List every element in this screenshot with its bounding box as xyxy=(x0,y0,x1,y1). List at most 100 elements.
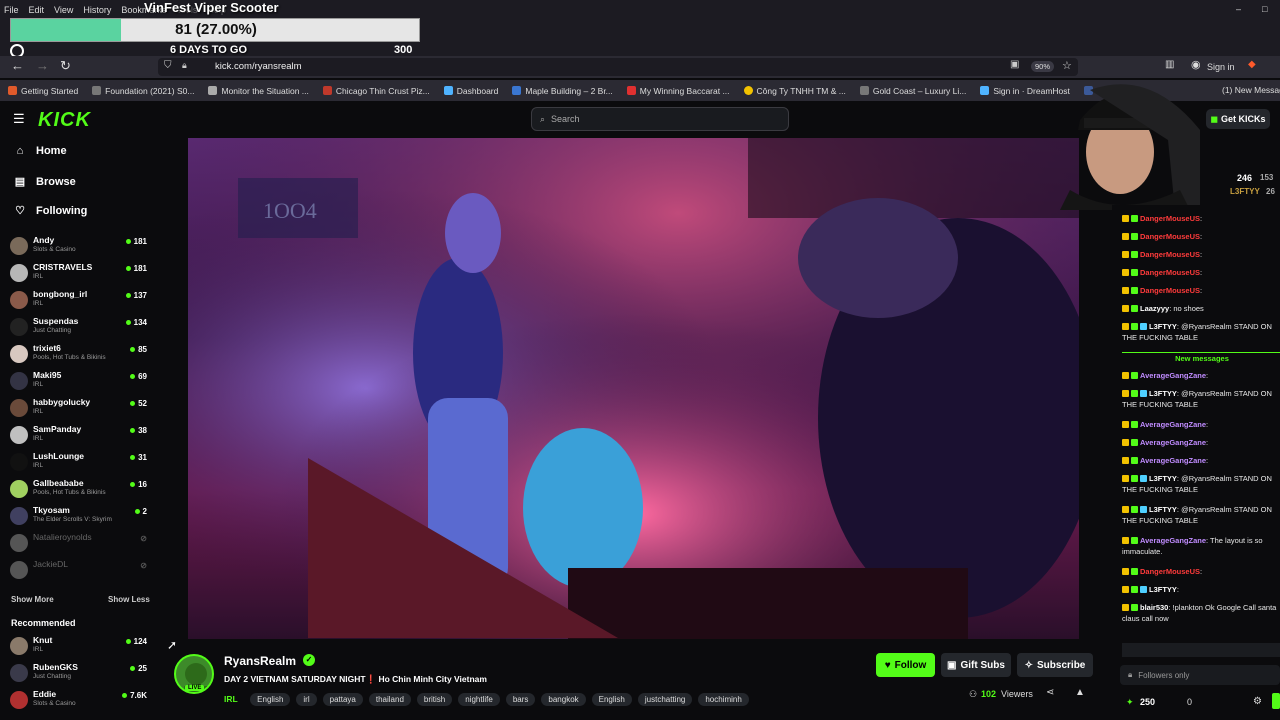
chat-username[interactable]: L3FTYY xyxy=(1149,585,1177,594)
bookmark-item[interactable]: Dashboard xyxy=(443,86,498,96)
bookmark-item[interactable]: Gold Coast – Luxury Li... xyxy=(859,86,966,96)
bookmark-item[interactable]: Monitor the Situation ... xyxy=(208,85,309,96)
live-dot-icon xyxy=(125,266,131,271)
bookmark-item[interactable]: Foundation (2021) S0... xyxy=(92,86,194,96)
chat-username[interactable]: DangerMouseUS xyxy=(1140,268,1200,277)
kick-logo[interactable]: KICK xyxy=(38,109,91,132)
bookmark-item[interactable]: Getting Started xyxy=(8,86,78,96)
stream-tag[interactable]: English xyxy=(591,693,632,706)
category-link[interactable]: IRL xyxy=(224,694,238,704)
chat-username[interactable]: DangerMouseUS xyxy=(1140,250,1200,259)
chat-badge-icon xyxy=(1122,568,1129,575)
bookmark-favicon-icon xyxy=(208,86,218,95)
reader-icon[interactable]: ▣ xyxy=(1010,59,1019,70)
chat-username[interactable]: DangerMouseUS xyxy=(1140,286,1200,295)
back-icon[interactable]: ← xyxy=(11,58,24,73)
chat-username[interactable]: L3FTYY xyxy=(1149,389,1177,398)
stream-tag[interactable]: british xyxy=(416,693,453,706)
stream-tag[interactable]: irl xyxy=(296,693,317,706)
subscribe-button[interactable]: ✧ Subscribe xyxy=(1017,653,1093,677)
show-less-link[interactable]: Show Less xyxy=(108,595,150,604)
viewers-label: Viewers xyxy=(1001,689,1033,699)
sidebar-channel[interactable]: JackieDL ⊘ xyxy=(10,558,148,584)
chat-username[interactable]: L3FTYY xyxy=(1149,322,1177,331)
report-icon[interactable]: ▲ xyxy=(1075,687,1085,698)
sidebar-channel[interactable]: bongbong_irl IRL 137 xyxy=(10,288,148,314)
window-maximize-icon[interactable]: □ xyxy=(1262,4,1267,14)
new-messages-divider[interactable]: New messages xyxy=(1122,352,1280,364)
bookmark-item[interactable]: Maple Building – 2 Br... xyxy=(512,86,613,96)
chat-username[interactable]: L3FTYY xyxy=(1149,474,1177,483)
bookmark-label: Công Ty TNHH TM & ... xyxy=(756,85,846,96)
share-icon[interactable]: ⋖ xyxy=(1046,687,1054,698)
bookmark-label: Monitor the Situation ... xyxy=(221,85,309,96)
chat-badge-icon xyxy=(1131,269,1138,276)
stream-tag[interactable]: justchatting xyxy=(637,693,693,706)
chat-username[interactable]: AverageGangZane xyxy=(1140,536,1206,545)
follow-button[interactable]: ♥ Follow xyxy=(876,653,935,677)
sidebar-channel[interactable]: Gallbeababe Pools, Hot Tubs & Bikinis 16 xyxy=(10,477,148,503)
window-minimize-icon[interactable]: – xyxy=(1236,4,1241,14)
url-text[interactable]: kick.com/ryansrealm xyxy=(215,61,302,72)
video-player[interactable]: 1OO4 xyxy=(188,138,1079,639)
chat-username[interactable]: DangerMouseUS xyxy=(1140,214,1200,223)
extension-icon[interactable]: ◆ xyxy=(1248,59,1256,70)
show-more-link[interactable]: Show More xyxy=(11,595,54,604)
sidebar-channel[interactable]: Knut IRL 124 xyxy=(10,634,148,660)
sidebar-channel[interactable]: Natalieroynolds ⊘ xyxy=(10,531,148,557)
sidebar-channel[interactable]: SamPanday IRL 38 xyxy=(10,423,148,449)
sidebar-channel[interactable]: trixiet6 Pools, Hot Tubs & Bikinis 85 xyxy=(10,342,148,368)
stream-tag[interactable]: bars xyxy=(505,693,536,706)
reload-icon[interactable]: ↻ xyxy=(60,58,71,74)
forward-icon[interactable]: → xyxy=(36,58,49,73)
stream-tag[interactable]: bangkok xyxy=(541,693,586,706)
hamburger-menu-icon[interactable]: ☰ xyxy=(13,111,25,127)
stream-tag[interactable]: pattaya xyxy=(322,693,363,706)
bookmark-item[interactable]: Công Ty TNHH TM & ... xyxy=(743,85,846,96)
shield-icon[interactable]: ⛉ xyxy=(164,60,172,71)
stream-tag[interactable]: nightlife xyxy=(458,693,500,706)
chat-username[interactable]: Laazyyy xyxy=(1140,304,1169,313)
channel-name: JackieDL xyxy=(33,559,68,569)
chat-settings-icon[interactable]: ⚙ xyxy=(1253,696,1262,707)
sidebar-channel[interactable]: Maki95 IRL 69 xyxy=(10,369,148,395)
url-bar[interactable]: ⛉ 🔒︎ kick.com/ryansrealm ▣ 90% ☆ xyxy=(158,58,1078,76)
channel-name[interactable]: RyansRealm xyxy=(224,654,296,668)
sidebar-channel[interactable]: Eddie Slots & Casino 7.6K xyxy=(10,688,148,714)
nav-home[interactable]: ⌂ Home xyxy=(14,145,67,157)
chat-username[interactable]: AverageGangZane xyxy=(1140,456,1206,465)
chat-username[interactable]: AverageGangZane xyxy=(1140,420,1206,429)
search-input[interactable]: ⌕ Search xyxy=(531,107,789,131)
chat-username[interactable]: DangerMouseUS xyxy=(1140,232,1200,241)
nav-browse[interactable]: ▤ Browse xyxy=(14,175,76,189)
sidebar-channel[interactable]: LushLounge IRL 31 xyxy=(10,450,148,476)
stream-tag[interactable]: thailand xyxy=(368,693,411,706)
sidebar-channel[interactable]: habbygolucky IRL 52 xyxy=(10,396,148,422)
chat-username[interactable]: AverageGangZane xyxy=(1140,438,1206,447)
chat-username[interactable]: AverageGangZane xyxy=(1140,371,1206,380)
bookmark-item[interactable]: Chicago Thin Crust Piz... xyxy=(322,86,430,96)
sidebar-channel[interactable]: Suspendas Just Chatting 134 xyxy=(10,315,148,341)
sidebar-channel[interactable]: CRISTRAVELS IRL 181 xyxy=(10,261,148,287)
live-dot-icon xyxy=(122,693,128,698)
chat-username[interactable]: blair530 xyxy=(1140,603,1168,612)
chat-badge-icon xyxy=(1122,323,1129,330)
gift-subs-button[interactable]: ▣ Gift Subs xyxy=(941,653,1011,677)
bookmark-item[interactable]: My Winning Baccarat ... xyxy=(626,86,730,96)
lock-icon[interactable]: 🔒︎ xyxy=(182,60,187,71)
sidebar-channel[interactable]: Andy Slots & Casino 181 xyxy=(10,234,148,260)
sidebar-channel[interactable]: RubenGKS Just Chatting 25 xyxy=(10,661,148,687)
chat-send-button[interactable] xyxy=(1272,693,1280,709)
sidebar-channel[interactable]: Tkyosam The Elder Scrolls V: Skyrim 2 xyxy=(10,504,148,530)
stream-tag[interactable]: hochiminh xyxy=(698,693,749,706)
messages-tab-label[interactable]: (1) New Messag xyxy=(1222,85,1280,95)
chat-input[interactable]: 🔒︎ Followers only xyxy=(1120,665,1280,685)
channel-category: The Elder Scrolls V: Skyrim xyxy=(33,516,112,523)
stream-tags: IRL English irl pattaya thailand british nigh… xyxy=(224,689,844,707)
stream-tag[interactable]: English xyxy=(250,693,291,706)
chat-username[interactable]: L3FTYY xyxy=(1149,505,1177,514)
channel-name: bongbong_irl xyxy=(33,289,88,299)
nav-following[interactable]: ♡ Following xyxy=(14,204,87,218)
chat-separator: : xyxy=(1200,232,1203,241)
chat-username[interactable]: DangerMouseUS xyxy=(1140,567,1200,576)
